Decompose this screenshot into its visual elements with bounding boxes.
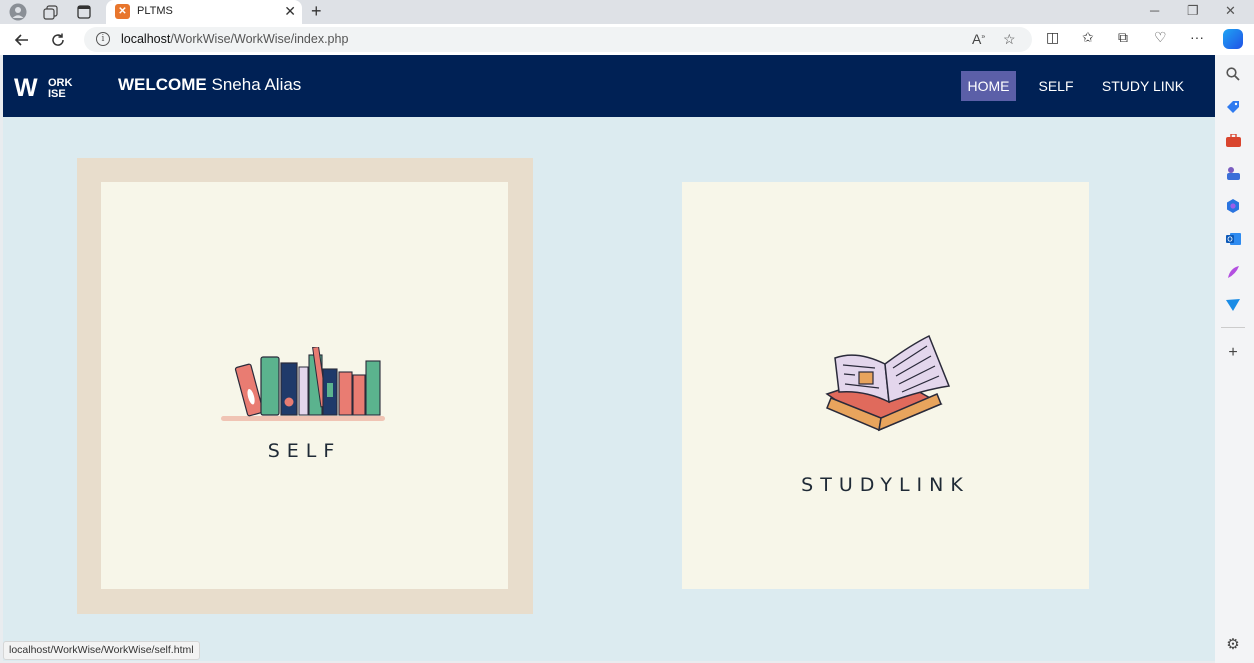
- url-text[interactable]: localhost/WorkWise/WorkWise/index.php: [121, 32, 348, 46]
- split-screen-icon[interactable]: ◫: [1046, 29, 1059, 46]
- restore-icon[interactable]: ❐: [1187, 3, 1199, 19]
- self-card[interactable]: SELF: [101, 182, 508, 589]
- studylink-card-label: STUDYLINK: [801, 474, 970, 496]
- close-tab-icon[interactable]: ✕: [284, 3, 296, 20]
- vertical-tabs-icon[interactable]: [74, 2, 94, 22]
- self-card-label: SELF: [267, 440, 342, 462]
- site-header: W ORK ISE WELCOME Sneha Alias HOME SELF …: [3, 55, 1215, 117]
- studylink-card[interactable]: STUDYLINK: [682, 182, 1089, 589]
- browser-tab-active[interactable]: ✕ PLTMS ✕: [106, 0, 302, 24]
- settings-gear-icon[interactable]: ⚙: [1225, 636, 1241, 653]
- svg-text:W: W: [14, 76, 38, 98]
- browser-titlebar: ✕ PLTMS ✕ + ─ ❐ ✕: [0, 0, 1254, 24]
- tools-icon[interactable]: [1225, 132, 1241, 148]
- workwise-logo[interactable]: W ORK ISE: [14, 74, 90, 102]
- search-icon[interactable]: [1225, 66, 1241, 82]
- browser-essentials-icon[interactable]: ♡: [1154, 29, 1167, 46]
- link-status-bar: localhost/WorkWise/WorkWise/self.html: [3, 641, 200, 660]
- address-bar[interactable]: i localhost/WorkWise/WorkWise/index.php …: [84, 27, 1032, 52]
- new-tab-icon[interactable]: +: [311, 1, 322, 22]
- minimize-icon[interactable]: ─: [1150, 3, 1159, 18]
- edge-sidebar: O + ⚙: [1215, 55, 1254, 663]
- copilot-icon[interactable]: [1223, 29, 1243, 49]
- more-options-icon[interactable]: ···: [1190, 29, 1204, 45]
- refresh-icon[interactable]: [46, 28, 70, 52]
- workspaces-icon[interactable]: [40, 2, 60, 22]
- nav-study-link[interactable]: STUDY LINK: [1097, 71, 1189, 101]
- svg-text:O: O: [1227, 236, 1233, 244]
- open-book-illustration: [825, 334, 951, 432]
- main-nav: HOME SELF STUDY LINK: [961, 71, 1215, 101]
- close-window-icon[interactable]: ✕: [1225, 3, 1236, 19]
- back-icon[interactable]: [10, 28, 34, 52]
- bookshelf-illustration: [221, 347, 385, 421]
- sidebar-divider: [1221, 327, 1245, 328]
- web-page: W ORK ISE WELCOME Sneha Alias HOME SELF …: [3, 55, 1215, 661]
- tab-title: PLTMS: [137, 5, 173, 17]
- xampp-icon: ✕: [115, 4, 130, 19]
- favorite-star-icon[interactable]: ☆: [1003, 31, 1016, 48]
- collections-icon[interactable]: ⧉: [1118, 29, 1128, 46]
- site-info-icon[interactable]: i: [96, 32, 110, 46]
- add-sidebar-app-icon[interactable]: +: [1225, 344, 1241, 361]
- nav-self[interactable]: SELF: [1033, 71, 1079, 101]
- outlook-icon[interactable]: O: [1225, 231, 1241, 247]
- profile-icon[interactable]: [8, 2, 28, 22]
- svg-text:ISE: ISE: [48, 88, 66, 98]
- designer-icon[interactable]: [1225, 264, 1241, 280]
- send-to-devices-icon[interactable]: [1225, 297, 1241, 313]
- user-name: Sneha Alias: [211, 75, 302, 94]
- welcome-message: WELCOME Sneha Alias: [118, 75, 302, 94]
- favorites-icon[interactable]: ✩: [1082, 29, 1094, 46]
- games-icon[interactable]: [1225, 165, 1241, 181]
- shopping-tag-icon[interactable]: [1225, 99, 1241, 115]
- browser-toolbar: i localhost/WorkWise/WorkWise/index.php …: [0, 24, 1254, 55]
- read-aloud-icon[interactable]: A»: [972, 31, 985, 47]
- microsoft-365-icon[interactable]: [1225, 198, 1241, 214]
- nav-home[interactable]: HOME: [961, 71, 1016, 101]
